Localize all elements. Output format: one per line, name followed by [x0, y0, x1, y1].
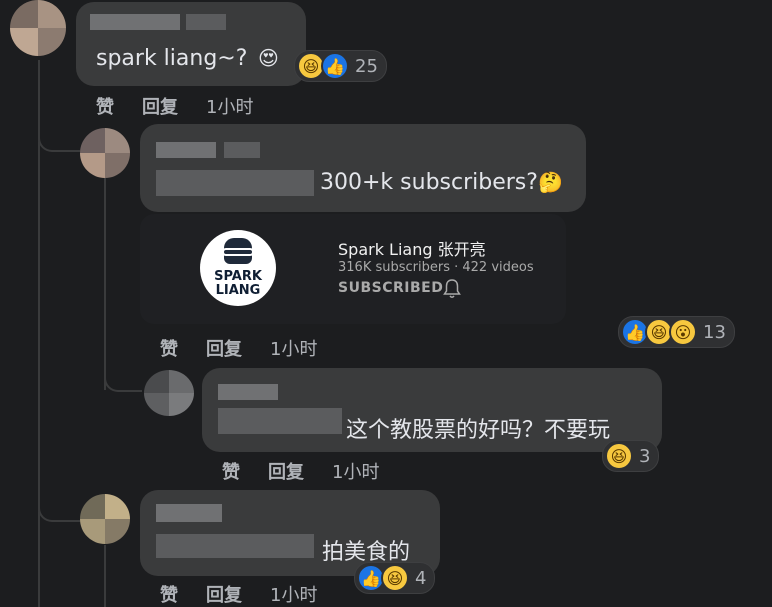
avatar[interactable]	[80, 128, 130, 178]
like-button[interactable]: 赞	[96, 93, 114, 119]
avatar[interactable]	[144, 370, 194, 416]
channel-name[interactable]: Spark Liang 张开亮	[338, 236, 486, 260]
comment-actions: 赞 回复 1小时	[160, 581, 317, 607]
reaction-count: 4	[415, 567, 427, 589]
timestamp[interactable]: 1小时	[206, 93, 253, 119]
logo-text: SPARK	[214, 269, 262, 284]
heart-eyes-emoji-icon: 😍	[258, 46, 279, 70]
thinking-emoji-icon: 🤔	[538, 170, 563, 194]
blurred-text	[156, 170, 314, 196]
comment-bubble: 这个教股票的好吗？不要玩	[202, 368, 662, 452]
blurred-username	[156, 504, 222, 522]
reaction-summary[interactable]: 😆 👍 25	[294, 50, 387, 82]
thread-connector	[38, 480, 80, 522]
comment-actions: 赞 回复 1小时	[222, 458, 379, 484]
timestamp[interactable]: 1小时	[332, 458, 379, 484]
haha-icon: 😆	[605, 442, 633, 470]
reaction-summary[interactable]: 👍 😆 😮 13	[618, 316, 735, 348]
blurred-text	[156, 534, 314, 558]
channel-meta: 316K subscribers · 422 videos	[338, 260, 534, 275]
thread-line	[104, 545, 106, 607]
comment-text: spark liang~?	[96, 46, 248, 71]
reaction-count: 13	[703, 321, 726, 343]
comment-bubble: spark liang~? 😍	[76, 2, 306, 86]
reaction-count: 3	[639, 445, 651, 467]
thread-connector	[104, 356, 142, 392]
blurred-username	[186, 14, 226, 30]
comment-bubble: 300+k subscribers? 🤔	[140, 124, 586, 212]
blurred-text	[218, 408, 342, 434]
like-button[interactable]: 赞	[160, 581, 178, 607]
timestamp[interactable]: 1小时	[270, 335, 317, 361]
logo-text: LIANG	[215, 283, 261, 298]
comment-text: 300+k subscribers?	[320, 170, 538, 195]
blurred-username	[90, 14, 180, 30]
reply-button[interactable]: 回复	[142, 93, 178, 119]
comment-text: 这个教股票的好吗？不要玩	[346, 418, 611, 443]
reply-button[interactable]: 回复	[206, 581, 242, 607]
thread-connector	[38, 110, 80, 152]
bell-icon[interactable]	[442, 278, 462, 300]
reaction-summary[interactable]: 😆 3	[602, 440, 660, 472]
haha-icon: 😆	[381, 564, 409, 592]
like-icon: 👍	[321, 52, 349, 80]
like-button[interactable]: 赞	[160, 335, 178, 361]
reply-button[interactable]: 回复	[206, 335, 242, 361]
subscribed-status[interactable]: SUBSCRIBED	[338, 280, 443, 296]
youtube-channel-card[interactable]: SPARK LIANG Spark Liang 张开亮 316K subscri…	[140, 214, 566, 324]
comment-actions: 赞 回复 1小时	[160, 335, 317, 361]
like-button[interactable]: 赞	[222, 458, 240, 484]
channel-logo[interactable]: SPARK LIANG	[200, 230, 276, 306]
reaction-summary[interactable]: 👍 😆 4	[354, 562, 436, 594]
blurred-username	[218, 384, 278, 400]
reaction-count: 25	[355, 55, 378, 77]
reply-button[interactable]: 回复	[268, 458, 304, 484]
blurred-username	[224, 142, 260, 158]
blurred-username	[156, 142, 216, 158]
avatar[interactable]	[10, 0, 66, 56]
comment-actions: 赞 回复 1小时	[96, 93, 253, 119]
avatar[interactable]	[80, 494, 130, 544]
wow-icon: 😮	[669, 318, 697, 346]
timestamp[interactable]: 1小时	[270, 581, 317, 607]
